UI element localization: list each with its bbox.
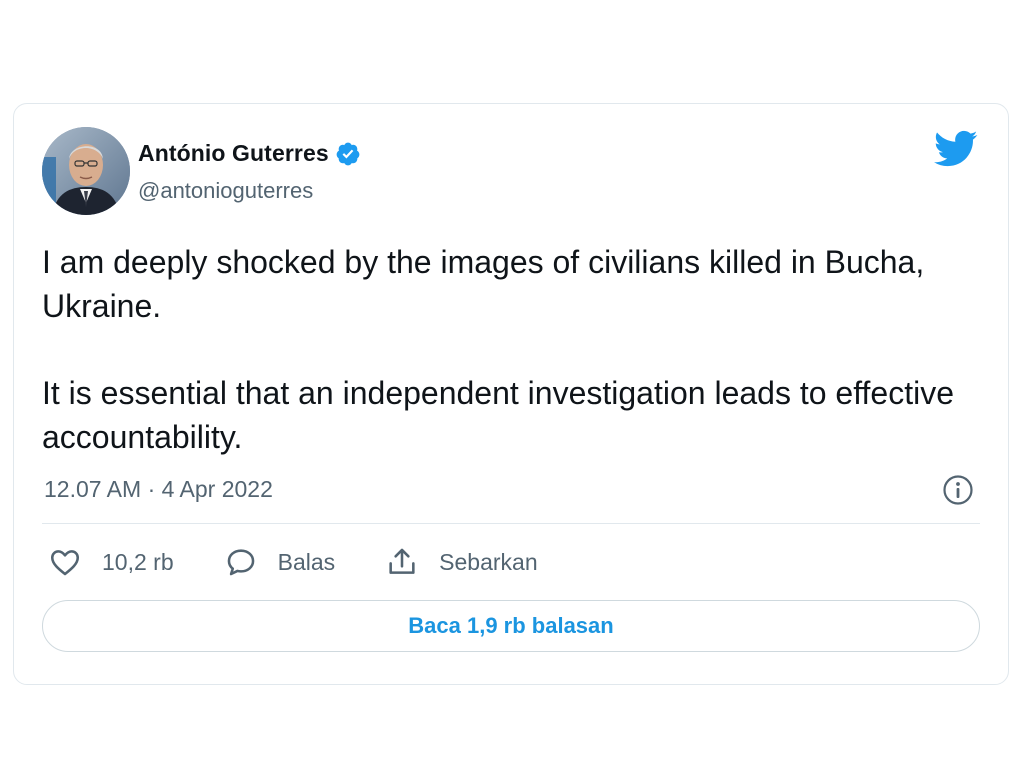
like-button[interactable]: 10,2 rb xyxy=(48,545,174,579)
heart-icon xyxy=(48,545,82,579)
reply-button[interactable]: Balas xyxy=(224,545,336,579)
info-icon[interactable] xyxy=(942,474,974,506)
tweet-paragraph: It is essential that an independent inve… xyxy=(42,375,955,455)
tweet-timestamp[interactable]: 12.07 AM · 4 Apr 2022 xyxy=(44,476,273,503)
like-count: 10,2 rb xyxy=(102,548,174,575)
verified-badge-icon xyxy=(335,141,361,167)
speech-bubble-icon xyxy=(224,545,258,579)
author-display-name[interactable]: António Guterres xyxy=(138,140,329,167)
twitter-bird-icon[interactable] xyxy=(934,130,978,168)
tweet-paragraph: I am deeply shocked by the images of civ… xyxy=(42,244,925,324)
share-icon xyxy=(385,545,419,579)
avatar[interactable] xyxy=(42,127,130,215)
read-replies-label: Baca 1,9 rb balasan xyxy=(408,613,614,638)
share-label: Sebarkan xyxy=(439,548,538,575)
author-name-row: António Guterres xyxy=(138,140,361,167)
reply-label: Balas xyxy=(277,548,336,575)
tweet-card: António Guterres @antonioguterres I am d… xyxy=(13,103,1009,685)
divider xyxy=(42,523,980,524)
avatar-image xyxy=(42,127,130,215)
author-handle[interactable]: @antonioguterres xyxy=(138,178,313,204)
share-button[interactable]: Sebarkan xyxy=(385,545,538,579)
read-replies-button[interactable]: Baca 1,9 rb balasan xyxy=(42,600,980,652)
tweet-actions: 10,2 rb Balas Sebarkan xyxy=(48,545,588,579)
tweet-text: I am deeply shocked by the images of civ… xyxy=(42,240,982,459)
